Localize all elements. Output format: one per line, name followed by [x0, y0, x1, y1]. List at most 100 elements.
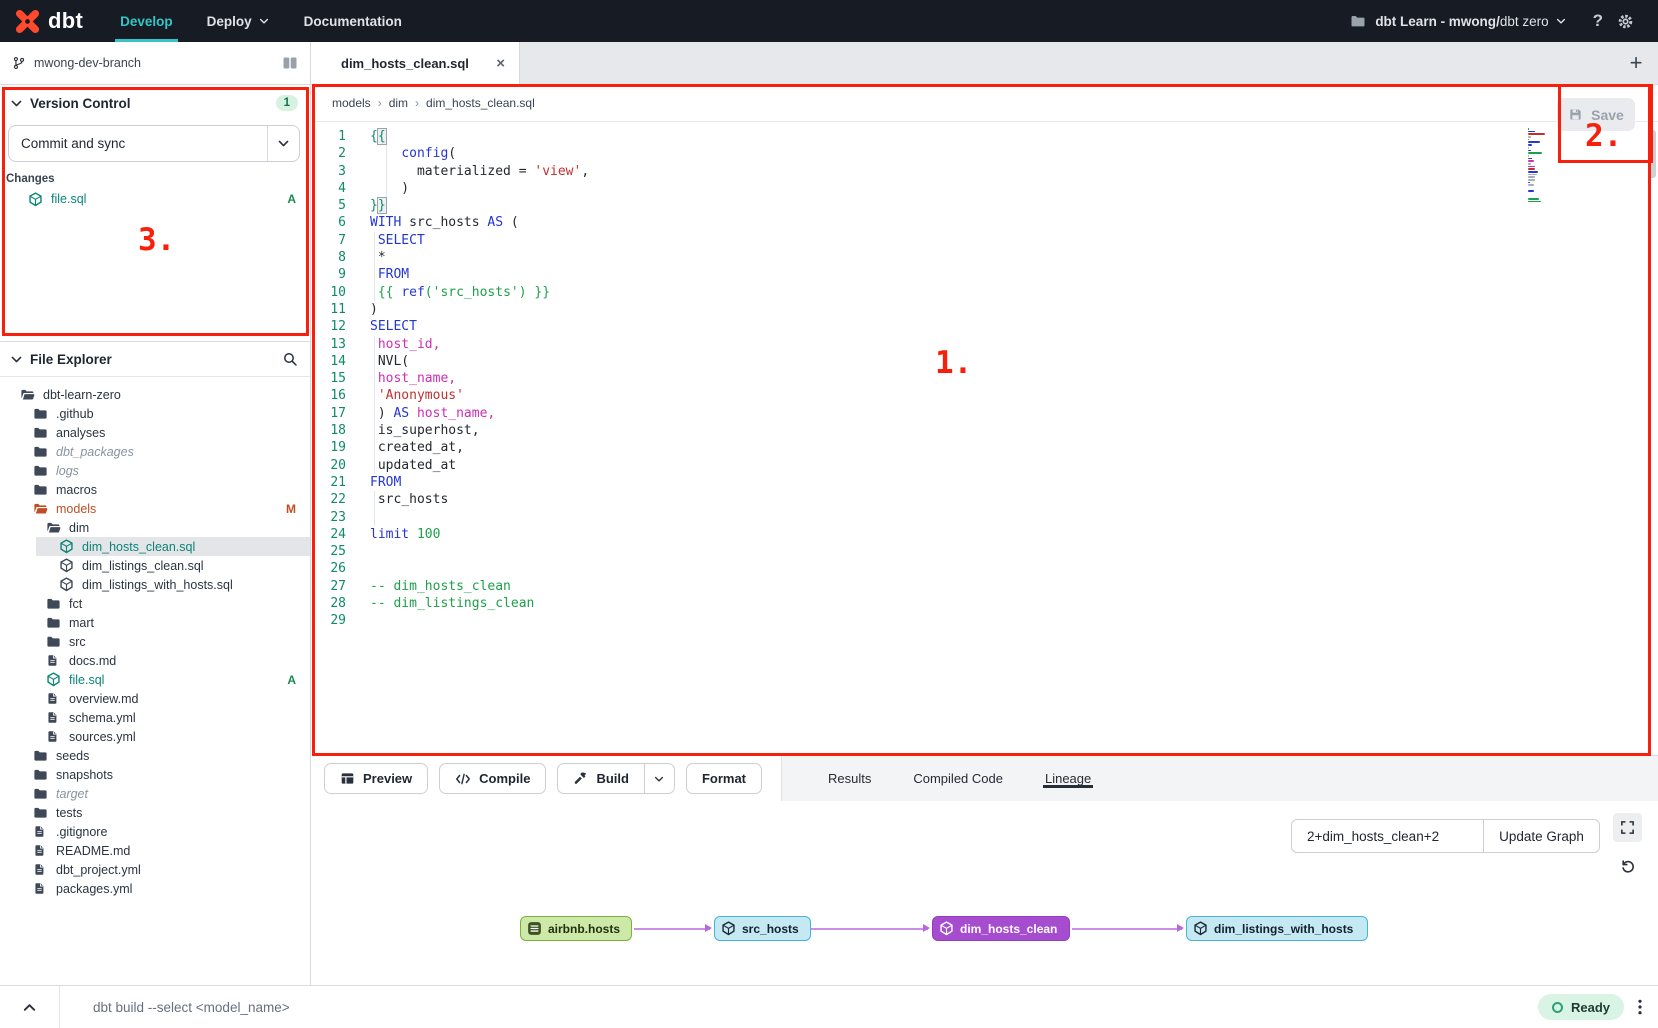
settings-gear-icon[interactable]: [1617, 13, 1634, 30]
tree-item-dim-listings-clean-sql[interactable]: dim_listings_clean.sql: [0, 556, 310, 575]
chevron-down-icon[interactable]: [644, 763, 675, 794]
changes-label: Changes: [6, 173, 55, 185]
tree-item-src[interactable]: src: [0, 632, 310, 651]
code-line: 6WITH src_hosts AS (: [312, 214, 1644, 231]
code-area[interactable]: 1{{2 config(3 materialized = 'view',4 )5…: [312, 123, 1644, 755]
update-graph-button[interactable]: Update Graph: [1483, 819, 1600, 853]
breadcrumb-item[interactable]: models: [332, 96, 371, 110]
format-button[interactable]: Format: [686, 763, 762, 794]
line-number: 8: [312, 249, 358, 266]
tree-item-tests[interactable]: tests: [0, 803, 310, 822]
tree-item--github[interactable]: .github: [0, 404, 310, 423]
file-explorer-header[interactable]: File Explorer: [0, 342, 310, 377]
close-icon[interactable]: ×: [496, 55, 505, 72]
seed-icon: [527, 921, 542, 936]
tree-item-dim[interactable]: dim: [0, 518, 310, 537]
chevron-down-icon[interactable]: [267, 126, 299, 161]
search-icon[interactable]: [282, 351, 298, 367]
tree-item-schema-yml[interactable]: schema.yml: [0, 708, 310, 727]
tree-item-docs-md[interactable]: docs.md: [0, 651, 310, 670]
sidebar: Version Control 1 Commit and sync Change…: [0, 85, 311, 985]
lineage-node-dim-hosts-clean[interactable]: dim_hosts_clean: [932, 916, 1070, 941]
tree-item-models[interactable]: modelsM: [0, 499, 310, 518]
help-icon[interactable]: ?: [1593, 11, 1603, 31]
code-line: 24limit 100: [312, 526, 1644, 543]
code-line: 12SELECT: [312, 318, 1644, 335]
line-number: 7: [312, 232, 358, 249]
tree-item-overview-md[interactable]: overview.md: [0, 689, 310, 708]
breadcrumb-item[interactable]: dim: [389, 96, 408, 110]
preview-button[interactable]: Preview: [324, 763, 428, 794]
command-input[interactable]: dbt build --select <model_name>: [60, 1000, 1538, 1015]
project-name[interactable]: dbt Learn - mwong: [1375, 14, 1496, 29]
build-button[interactable]: Build: [557, 763, 644, 794]
folder-icon: [33, 748, 48, 763]
lineage-selector-input[interactable]: 2+dim_hosts_clean+2: [1291, 819, 1484, 853]
line-number: 5: [312, 197, 358, 214]
version-control-header[interactable]: Version Control 1: [0, 85, 310, 119]
tree-item-dbt-project-yml[interactable]: dbt_project.yml: [0, 860, 310, 879]
branch-name[interactable]: mwong-dev-branch: [34, 56, 282, 70]
file-explorer: File Explorer dbt-learn-zero.githubanaly…: [0, 341, 310, 985]
nav-item-deploy[interactable]: Deploy: [190, 0, 287, 42]
save-button[interactable]: Save: [1557, 98, 1635, 131]
environment-selector[interactable]: dbt zero: [1500, 14, 1567, 29]
line-number: 23: [312, 509, 358, 526]
nav-item-documentation[interactable]: Documentation: [287, 0, 419, 42]
chevron-up-icon[interactable]: [0, 986, 60, 1028]
tree-item-label: file.sql: [69, 673, 104, 687]
reset-view-icon[interactable]: [1613, 851, 1642, 880]
tree-item-mart[interactable]: mart: [0, 613, 310, 632]
changed-file-row[interactable]: file.sqlA: [0, 189, 310, 209]
lineage-node-src-hosts[interactable]: src_hosts: [714, 916, 811, 941]
new-tab-button[interactable]: +: [1614, 42, 1658, 84]
code-line-text: SELECT: [358, 232, 1644, 249]
tree-item-file-sql[interactable]: file.sqlA: [0, 670, 310, 689]
bottom-panel: Preview Compile Build Format Results Compile…: [312, 755, 1658, 985]
tree-item-sources-yml[interactable]: sources.yml: [0, 727, 310, 746]
command-bar: dbt build --select <model_name> Ready: [0, 985, 1658, 1028]
tree-item-target[interactable]: target: [0, 784, 310, 803]
tree-item-dbt-learn-zero[interactable]: dbt-learn-zero: [0, 385, 310, 404]
tree-item-logs[interactable]: logs: [0, 461, 310, 480]
tree-item-analyses[interactable]: analyses: [0, 423, 310, 442]
tree-item-dim-hosts-clean-sql[interactable]: dim_hosts_clean.sql: [0, 537, 310, 556]
tree-item-readme-md[interactable]: README.md: [0, 841, 310, 860]
kebab-menu-icon[interactable]: [1638, 999, 1642, 1015]
lineage-edge: [634, 928, 710, 930]
fullscreen-icon[interactable]: [1613, 813, 1642, 842]
nav-item-develop[interactable]: Develop: [103, 0, 190, 42]
code-line-text: [358, 560, 1644, 577]
tree-item--gitignore[interactable]: .gitignore: [0, 822, 310, 841]
dbt-logo[interactable]: dbt: [0, 8, 103, 35]
tree-item-packages-yml[interactable]: packages.yml: [0, 879, 310, 898]
split-view-icon[interactable]: [282, 55, 298, 71]
code-line: 18 is_superhost,: [312, 422, 1644, 439]
commit-and-sync-button[interactable]: Commit and sync: [8, 125, 300, 162]
tree-item-seeds[interactable]: seeds: [0, 746, 310, 765]
editor-scrollbar[interactable]: [1649, 130, 1656, 735]
file-explorer-title: File Explorer: [30, 352, 275, 367]
tree-item-fct[interactable]: fct: [0, 594, 310, 613]
breadcrumb-item[interactable]: dim_hosts_clean.sql: [426, 96, 535, 110]
folder-icon: [33, 767, 48, 782]
tab-results[interactable]: Results: [828, 756, 871, 801]
minimap[interactable]: [1528, 128, 1562, 206]
lineage-node-dim-listings-with-hosts[interactable]: dim_listings_with_hosts: [1186, 916, 1368, 941]
code-line: 20 updated_at: [312, 457, 1644, 474]
grid-icon: [340, 771, 355, 786]
tab-dim-hosts-clean[interactable]: dim_hosts_clean.sql ×: [311, 42, 520, 84]
minimap-line: [1528, 163, 1531, 165]
tab-lineage[interactable]: Lineage: [1045, 756, 1091, 801]
tab-compiled-code[interactable]: Compiled Code: [913, 756, 1003, 801]
tree-item-dim-listings-with-hosts-sql[interactable]: dim_listings_with_hosts.sql: [0, 575, 310, 594]
tree-item-dbt-packages[interactable]: dbt_packages: [0, 442, 310, 461]
tree-item-macros[interactable]: macros: [0, 480, 310, 499]
folder-icon: [33, 501, 48, 516]
chevron-down-icon: [10, 97, 23, 110]
changed-file-name: file.sql: [51, 192, 279, 206]
compile-button[interactable]: Compile: [439, 763, 546, 794]
lineage-node-airbnb-hosts[interactable]: airbnb.hosts: [520, 916, 632, 941]
tree-item-snapshots[interactable]: snapshots: [0, 765, 310, 784]
tree-item-label: snapshots: [56, 768, 113, 782]
